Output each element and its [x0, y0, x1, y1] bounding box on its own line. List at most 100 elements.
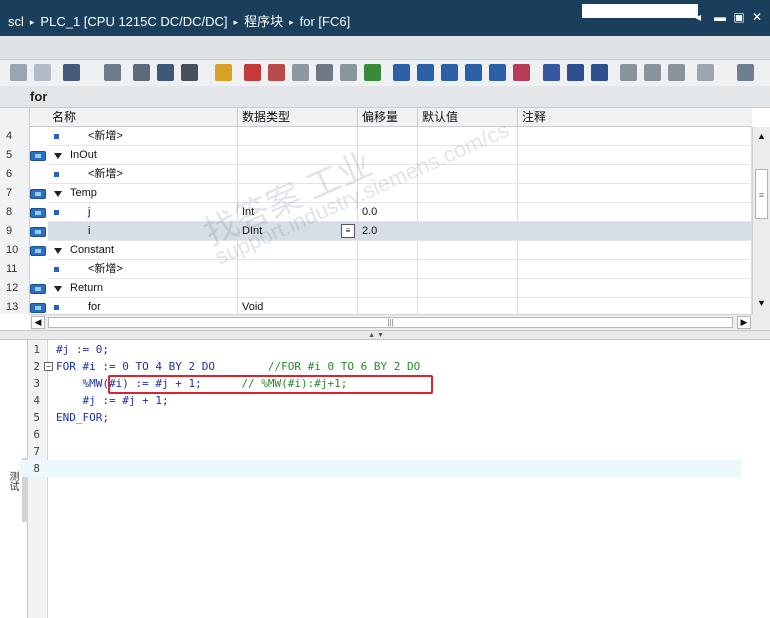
close-icon[interactable]: ✕: [751, 10, 763, 24]
expand-icon[interactable]: [513, 64, 530, 81]
insert-row-icon[interactable]: [34, 64, 51, 81]
outdent-icon[interactable]: [417, 64, 434, 81]
horizontal-scroll-thumb[interactable]: |||: [48, 317, 733, 328]
cell-default[interactable]: [418, 279, 518, 298]
header-default[interactable]: 默认值: [418, 108, 518, 127]
cell-comment[interactable]: [518, 241, 752, 260]
code-line[interactable]: 2− FOR #i := 0 TO 4 BY 2 DO //FOR #i 0 TO…: [20, 358, 742, 375]
table-row[interactable]: 7 Temp: [0, 184, 752, 203]
table-vertical-scrollbar[interactable]: ▲ ≡ ▼: [752, 127, 770, 314]
bookmark-icon[interactable]: [292, 64, 309, 81]
header-name[interactable]: 名称: [48, 108, 238, 127]
comment-icon[interactable]: [441, 64, 458, 81]
crumb-program-blocks[interactable]: 程序块: [244, 14, 283, 29]
cell-name[interactable]: <新增>: [48, 260, 238, 279]
block-icon[interactable]: [157, 64, 174, 81]
table-row[interactable]: 8 j Int 0.0: [0, 203, 752, 222]
cell-comment[interactable]: [518, 184, 752, 203]
cell-datatype[interactable]: [238, 241, 358, 260]
header-comment[interactable]: 注释: [518, 108, 752, 127]
cell-default[interactable]: [418, 241, 518, 260]
code-line[interactable]: 8: [20, 460, 742, 477]
watch-icon[interactable]: [668, 64, 685, 81]
code-line[interactable]: 5 END_FOR;: [20, 409, 742, 426]
scroll-right-icon[interactable]: ▶: [737, 316, 751, 329]
cell-comment[interactable]: [518, 165, 752, 184]
float-window-icon[interactable]: ◂: [692, 10, 704, 24]
step-icon[interactable]: [567, 64, 584, 81]
indent-icon[interactable]: [393, 64, 410, 81]
step-over-icon[interactable]: [591, 64, 608, 81]
header-offset[interactable]: 偏移量: [358, 108, 418, 127]
header-datatype[interactable]: 数据类型: [238, 108, 358, 127]
layout-icon[interactable]: [737, 64, 754, 81]
cell-name[interactable]: Constant: [48, 241, 238, 260]
splitter-grip-icon[interactable]: ▲ ▼: [362, 332, 390, 339]
cell-comment[interactable]: [518, 260, 752, 279]
datatype-picker-icon[interactable]: ≡: [341, 224, 355, 238]
table-row[interactable]: 12 Return: [0, 279, 752, 298]
code-line[interactable]: 4 #j := #j + 1;: [20, 392, 742, 409]
breakpoint-icon[interactable]: [543, 64, 560, 81]
cell-datatype[interactable]: [238, 165, 358, 184]
table-row[interactable]: 6 <新增>: [0, 165, 752, 184]
glasses-icon[interactable]: [644, 64, 661, 81]
table-row[interactable]: 10 Constant: [0, 241, 752, 260]
collapse-icon[interactable]: [489, 64, 506, 81]
insert-icon[interactable]: [10, 64, 27, 81]
variable-icon[interactable]: [104, 64, 121, 81]
export-icon[interactable]: [63, 64, 80, 81]
scroll-up-icon[interactable]: ▲: [755, 129, 768, 143]
cell-name[interactable]: InOut: [48, 146, 238, 165]
cell-default[interactable]: [418, 222, 518, 241]
code-line[interactable]: 1 #j := 0;: [20, 341, 742, 358]
cell-name[interactable]: Temp: [48, 184, 238, 203]
cell-default[interactable]: [418, 165, 518, 184]
cell-datatype[interactable]: [238, 184, 358, 203]
cell-name[interactable]: <新增>: [48, 165, 238, 184]
cell-datatype[interactable]: [238, 279, 358, 298]
cell-comment[interactable]: [518, 127, 752, 146]
table-row[interactable]: 9 i DInt ≡ 2.0: [0, 222, 752, 241]
cell-datatype[interactable]: [238, 127, 358, 146]
cell-comment[interactable]: [518, 203, 752, 222]
compile-icon[interactable]: [364, 64, 381, 81]
code-line[interactable]: 6: [20, 426, 742, 443]
clear-bookmarks-icon[interactable]: [340, 64, 357, 81]
crumb-project[interactable]: scl: [8, 14, 24, 29]
next-error-icon[interactable]: [268, 64, 285, 81]
cell-name[interactable]: i: [48, 222, 238, 241]
table-row[interactable]: 11 <新增>: [0, 260, 752, 279]
list-icon[interactable]: [133, 64, 150, 81]
scroll-down-icon[interactable]: ▼: [755, 296, 768, 310]
cell-comment[interactable]: [518, 279, 752, 298]
crumb-plc[interactable]: PLC_1 [CPU 1215C DC/DC/DC]: [40, 14, 227, 29]
cell-datatype[interactable]: [238, 146, 358, 165]
uncomment-icon[interactable]: [465, 64, 482, 81]
table-row[interactable]: 4 <新增>: [0, 127, 752, 146]
cell-datatype[interactable]: [238, 260, 358, 279]
side-panel-label[interactable]: 测试: [2, 458, 20, 504]
code-line[interactable]: 7: [20, 443, 742, 460]
scroll-thumb[interactable]: ≡: [755, 169, 768, 219]
go-to-error-icon[interactable]: [244, 64, 261, 81]
title-search-box[interactable]: [582, 4, 698, 18]
minimize-icon[interactable]: ▬: [714, 10, 726, 24]
crumb-block[interactable]: for [FC6]: [300, 14, 351, 29]
cell-comment[interactable]: [518, 146, 752, 165]
scroll-left-icon[interactable]: ◀: [31, 316, 45, 329]
cell-default[interactable]: [418, 260, 518, 279]
cell-datatype[interactable]: Int: [238, 203, 358, 222]
cell-default[interactable]: [418, 127, 518, 146]
cell-default[interactable]: [418, 146, 518, 165]
fold-toggle-icon[interactable]: −: [44, 362, 53, 371]
monitor-icon[interactable]: [181, 64, 198, 81]
cell-comment[interactable]: [518, 222, 752, 241]
favorite-icon[interactable]: [215, 64, 232, 81]
table-row[interactable]: 5 InOut: [0, 146, 752, 165]
cell-name[interactable]: Return: [48, 279, 238, 298]
monitoring-icon[interactable]: [620, 64, 637, 81]
maximize-icon[interactable]: ▣: [733, 10, 745, 24]
cell-name[interactable]: <新增>: [48, 127, 238, 146]
cell-default[interactable]: [418, 203, 518, 222]
